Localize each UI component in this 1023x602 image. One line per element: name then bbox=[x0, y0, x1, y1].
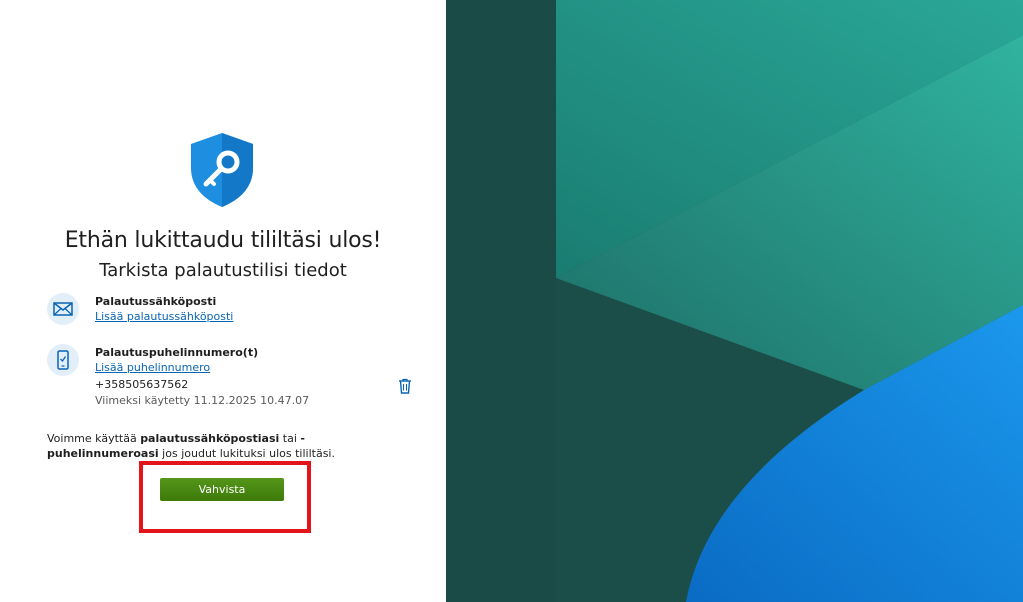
background-art bbox=[446, 0, 1023, 602]
info-text: Voimme käyttää palautussähköpostiasi tai… bbox=[47, 431, 407, 461]
add-recovery-email-link[interactable]: Lisää palautussähköposti bbox=[95, 310, 233, 323]
page-title: Ethän lukittaudu tililtäsi ulos! bbox=[64, 228, 382, 253]
phone-icon bbox=[47, 344, 79, 376]
page-subtitle: Tarkista palautustilisi tiedot bbox=[99, 260, 347, 281]
shield-key-icon bbox=[191, 133, 253, 207]
email-section-title: Palautussähköposti bbox=[95, 295, 217, 308]
phone-section-title: Palautuspuhelinnumero(t) bbox=[95, 346, 259, 359]
info-part-3: jos joudut lukituksi ulos tililtäsi. bbox=[158, 447, 335, 460]
phone-number: +358505637562 bbox=[95, 378, 189, 391]
info-part-1: Voimme käyttää bbox=[47, 432, 141, 445]
recovery-panel: Ethän lukittaudu tililtäsi ulos! Tarkist… bbox=[0, 0, 446, 602]
trash-icon[interactable] bbox=[398, 378, 412, 394]
decorative-background bbox=[446, 0, 1023, 602]
phone-last-used: Viimeksi käytetty 11.12.2025 10.47.07 bbox=[95, 394, 310, 407]
page: Ethän lukittaudu tililtäsi ulos! Tarkist… bbox=[0, 0, 1023, 602]
mail-icon bbox=[47, 293, 79, 325]
confirm-button[interactable]: Vahvista bbox=[160, 478, 284, 501]
info-part-2: tai bbox=[279, 432, 301, 445]
add-phone-number-link[interactable]: Lisää puhelinnumero bbox=[95, 361, 210, 374]
info-bold-email: palautussähköpostiasi bbox=[140, 432, 280, 445]
